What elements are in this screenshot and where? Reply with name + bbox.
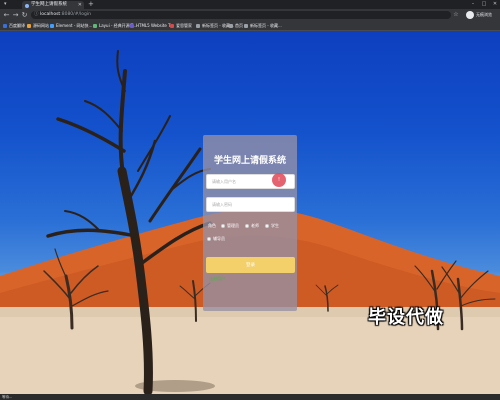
- bookmark-label: 百度翻译: [9, 23, 25, 28]
- tab-close-icon[interactable]: ✕: [78, 1, 82, 9]
- bookmark-icon: [244, 24, 248, 28]
- url-host: localhost: [40, 12, 61, 17]
- password-input[interactable]: [206, 197, 295, 212]
- bookmark-label: 首页: [235, 23, 243, 28]
- validation-badge: !: [272, 173, 286, 187]
- close-window-icon[interactable]: ✕: [490, 0, 500, 9]
- radio-label: 老师: [251, 223, 259, 228]
- bookmark-item[interactable]: 爱思管家: [170, 21, 192, 31]
- role-radio-counselor[interactable]: 辅导员: [207, 236, 225, 242]
- bookmark-icon: [229, 24, 233, 28]
- bookmark-icon: [196, 24, 200, 28]
- maximize-icon[interactable]: □: [479, 0, 489, 9]
- radio-label: 学生: [271, 223, 279, 228]
- role-radio-student[interactable]: 学生: [265, 223, 279, 229]
- profile-avatar-icon[interactable]: [466, 11, 474, 19]
- role-radio-admin[interactable]: 管理员: [221, 223, 239, 229]
- bookmark-item[interactable]: HTML5 Website T...: [130, 21, 174, 31]
- status-bar: 等待...: [0, 394, 500, 400]
- browser-tab-strip: ▾ 学生网上请假系统 ✕ + – □ ✕: [0, 0, 500, 9]
- bookmark-item[interactable]: 百度翻译: [3, 21, 25, 31]
- new-tab-icon[interactable]: +: [88, 0, 94, 9]
- tab-favicon-icon: [25, 3, 29, 8]
- bookmark-label: 爱思管家: [176, 23, 192, 28]
- radio-circle: [221, 224, 225, 228]
- tab-title: 学生网上请假系统: [31, 2, 67, 7]
- watermark-text: 毕设代做: [368, 307, 444, 328]
- tab-search-icon[interactable]: ▾: [4, 1, 16, 8]
- bookmark-icon: [130, 24, 134, 28]
- bookmarks-bar: 百度翻译 源码网站 Element - 网站快... Layui - 经典开源模…: [0, 21, 500, 31]
- browser-tab-active[interactable]: 学生网上请假系统 ✕: [22, 1, 84, 9]
- bookmark-label: 源码网站: [33, 23, 49, 28]
- radio-label: 辅导员: [213, 236, 225, 241]
- profile-name: 无痕浏览: [476, 12, 492, 17]
- forward-icon[interactable]: →: [11, 10, 20, 20]
- login-title: 学生网上请假系统: [213, 156, 286, 166]
- radio-circle: [245, 224, 249, 228]
- bookmark-item[interactable]: 新标签页 - 收藏...: [244, 21, 282, 31]
- bookmark-item[interactable]: 源码网站: [27, 21, 49, 31]
- bookmark-icon: [27, 24, 31, 28]
- url-path: :8080/#/login: [60, 12, 91, 17]
- bookmark-item[interactable]: 首页: [229, 21, 243, 31]
- register-link[interactable]: 注册用户: [209, 276, 225, 282]
- bookmark-icon: [3, 24, 7, 28]
- bookmark-label: 新标签页 - 收藏...: [250, 23, 282, 28]
- radio-label: 管理员: [227, 223, 239, 228]
- bookmark-label: Element - 网站快...: [56, 23, 93, 28]
- reload-icon[interactable]: ↻: [20, 10, 29, 20]
- info-icon[interactable]: ⓘ: [34, 11, 39, 19]
- status-text: 等待...: [2, 395, 13, 399]
- login-button[interactable]: 登录: [206, 257, 295, 273]
- back-icon[interactable]: ←: [2, 10, 11, 20]
- login-panel: 学生网上请假系统 ! 角色 管理员 老师 学生 辅导员 登录 注册用户: [203, 135, 297, 311]
- bookmark-icon: [170, 24, 174, 28]
- address-bar[interactable]: ⓘ localhost:8080/#/login: [31, 11, 451, 19]
- role-label: 角色: [208, 223, 216, 228]
- role-radio-teacher[interactable]: 老师: [245, 223, 259, 229]
- browser-toolbar: ← → ↻ ⓘ localhost:8080/#/login ☆ 无痕浏览: [0, 9, 500, 21]
- radio-circle: [265, 224, 269, 228]
- radio-circle: [207, 237, 211, 241]
- bookmark-icon: [93, 24, 97, 28]
- bookmark-item[interactable]: Element - 网站快...: [50, 21, 92, 31]
- minimize-icon[interactable]: –: [468, 0, 478, 9]
- bookmark-star-icon[interactable]: ☆: [453, 10, 459, 20]
- bookmark-icon: [50, 24, 54, 28]
- bookmark-label: HTML5 Website T...: [136, 23, 174, 28]
- login-page: 学生网上请假系统 ! 角色 管理员 老师 学生 辅导员 登录 注册用户 毕设代做: [0, 31, 500, 394]
